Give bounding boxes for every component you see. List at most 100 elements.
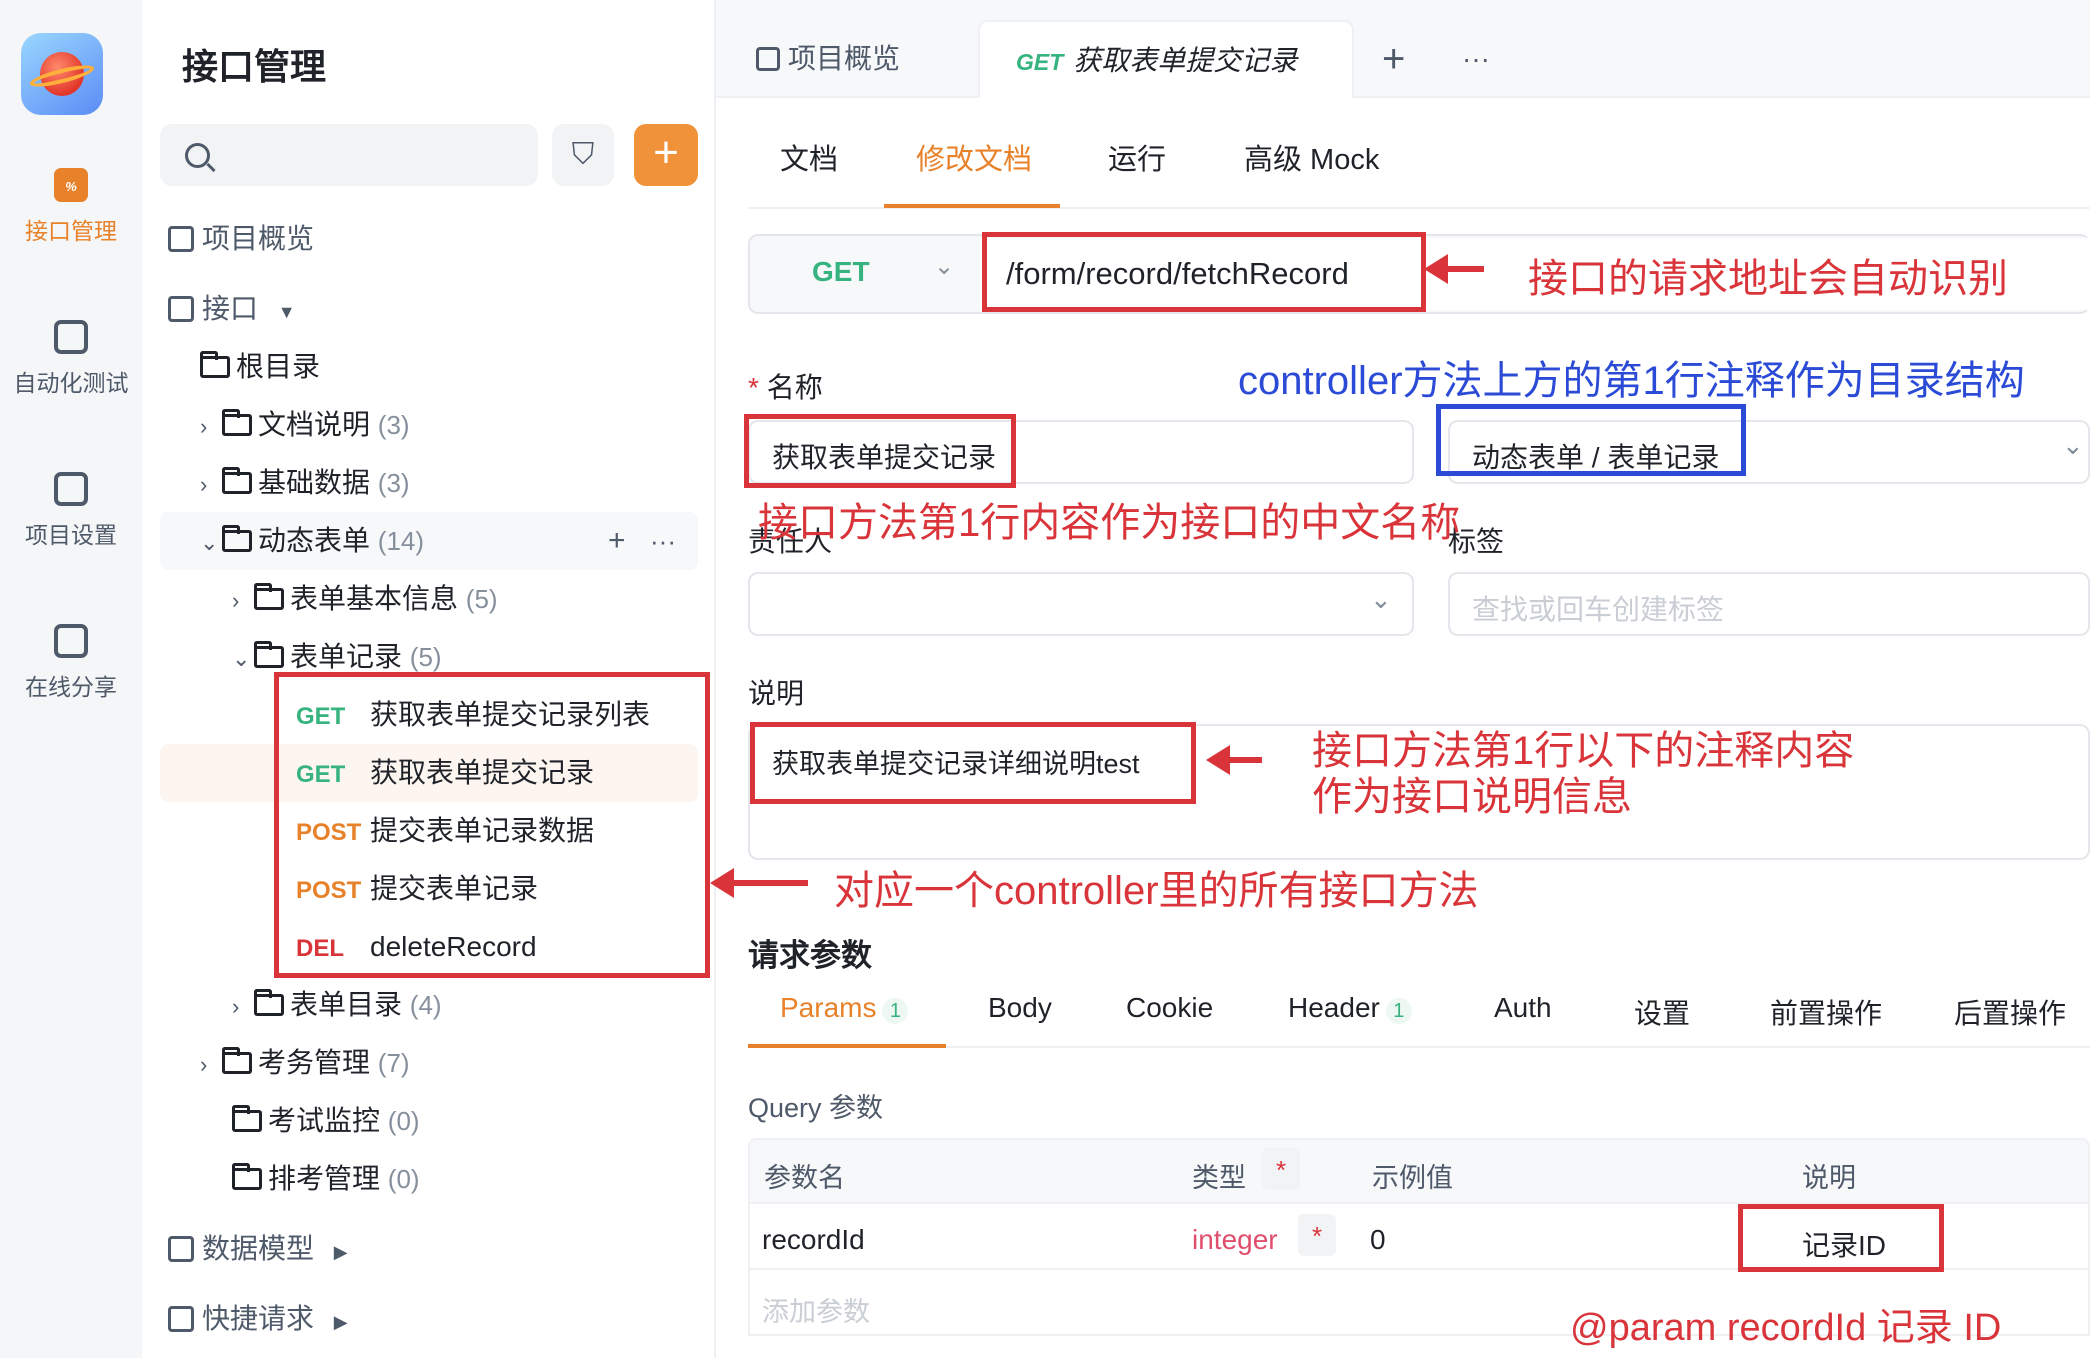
main-pane: 项目概览 GET 获取表单提交记录 + ··· 文档 修改文档 运行 高级 Moc… xyxy=(710,0,2090,1358)
folder-icon xyxy=(232,1105,262,1132)
required-toggle[interactable]: * xyxy=(1298,1214,1336,1256)
folder-icon xyxy=(254,641,284,668)
folder-icon xyxy=(254,583,284,610)
tags-placeholder: 查找或回车创建标签 xyxy=(1472,594,1725,625)
rail-item-automation[interactable]: 自动化测试 xyxy=(0,320,142,398)
plus-icon[interactable]: + xyxy=(608,512,626,570)
ptab-divider xyxy=(748,1046,2090,1048)
annotation-name: 接口方法第1行内容作为接口的中文名称 xyxy=(758,501,1461,545)
owner-select[interactable] xyxy=(748,572,1414,636)
folder-icon xyxy=(232,1163,262,1190)
tree-folder-dynamic[interactable]: ⌄ 动态表单 (14) + ··· xyxy=(160,512,698,570)
folder-icon xyxy=(222,467,252,494)
ptab-header[interactable]: Header 1 xyxy=(1288,992,1412,1024)
sidebar-title: 接口管理 xyxy=(182,46,327,87)
annotation-box-url xyxy=(982,232,1426,312)
chevron-down-icon: ⌄ xyxy=(232,646,251,671)
tab-current-endpoint[interactable]: GET 获取表单提交记录 xyxy=(978,20,1354,98)
app-logo-icon[interactable] xyxy=(21,33,103,115)
annotation-desc-2: 作为接口说明信息 xyxy=(1312,775,1632,819)
annotation-dir: controller方法上方的第1行注释作为目录结构 xyxy=(1238,359,2025,403)
caret-right-icon: ▶ xyxy=(333,1312,348,1332)
annotation-box-param xyxy=(1738,1204,1944,1272)
method-select[interactable]: GET xyxy=(812,256,870,288)
add-param-placeholder: 添加参数 xyxy=(762,1297,870,1327)
filter-button[interactable]: ⛉ xyxy=(552,124,614,186)
ptab-params[interactable]: Params 1 xyxy=(780,992,909,1024)
ptab-auth[interactable]: Auth xyxy=(1494,992,1552,1024)
rail-item-api-management[interactable]: % 接口管理 xyxy=(0,168,142,246)
ptab-pre-ops[interactable]: 前置操作 xyxy=(1770,992,1882,1032)
rail-label: 自动化测试 xyxy=(13,370,129,396)
tree-folder-exam-monitor[interactable]: 考试监控 (0) xyxy=(142,1092,698,1150)
lightning-icon xyxy=(168,1306,194,1332)
annotation-param: @param recordId 记录 ID xyxy=(1570,1307,2002,1349)
tree-project-overview[interactable]: 项目概览 xyxy=(142,210,698,268)
settings-icon xyxy=(54,472,88,506)
col-example: 示例值 xyxy=(1372,1163,1453,1193)
tab-project-overview[interactable]: 项目概览 xyxy=(756,20,976,98)
chevron-right-icon: › xyxy=(232,994,240,1019)
ptab-body[interactable]: Body xyxy=(988,992,1052,1024)
subtab-active-indicator xyxy=(884,204,1060,208)
more-icon[interactable]: ··· xyxy=(650,512,676,570)
param-name[interactable]: recordId xyxy=(762,1224,865,1256)
search-icon xyxy=(185,143,210,168)
annotation-url: 接口的请求地址会自动识别 xyxy=(1528,257,2008,301)
annotation-arrow-controller xyxy=(710,868,808,898)
request-params-title: 请求参数 xyxy=(748,938,872,973)
col-type: 类型 xyxy=(1192,1163,1246,1193)
ptab-active-indicator xyxy=(748,1044,946,1048)
chevron-right-icon: › xyxy=(200,414,208,439)
subtab-advanced-mock[interactable]: 高级 Mock xyxy=(1244,136,1379,178)
annotation-box-desc xyxy=(750,722,1196,804)
add-button[interactable]: + xyxy=(634,124,698,186)
chevron-right-icon: › xyxy=(232,588,240,613)
annotation-box-name xyxy=(744,414,1016,488)
tree-quick-requests[interactable]: 快捷请求 ▶ xyxy=(142,1290,698,1348)
annotation-arrow-url xyxy=(1424,254,1484,284)
method-badge: GET xyxy=(1016,49,1064,75)
tree-interfaces[interactable]: 接口 ▼ xyxy=(142,280,698,338)
sidebar: 接口管理 ⛉ + 项目概览 接口 ▼ 根目录 › 文档说明 (3) › 基础数据 (… xyxy=(142,0,716,1358)
share-icon xyxy=(54,624,88,658)
tree-folder-docs[interactable]: › 文档说明 (3) xyxy=(142,396,698,454)
ptab-settings[interactable]: 设置 xyxy=(1634,992,1690,1032)
param-example[interactable]: 0 xyxy=(1370,1224,1386,1256)
overview-icon xyxy=(756,47,780,71)
tree-folder-form-info[interactable]: › 表单基本信息 (5) xyxy=(142,570,698,628)
chevron-down-icon: ⌄ xyxy=(200,530,219,555)
tree-folder-root[interactable]: 根目录 xyxy=(142,338,698,396)
tree-data-models[interactable]: 数据模型 ▶ xyxy=(142,1220,698,1278)
api-icon: % xyxy=(54,168,88,202)
rail-label: 项目设置 xyxy=(25,522,117,548)
more-tabs-button[interactable]: ··· xyxy=(1462,20,1490,98)
filter-icon: ⛉ xyxy=(571,138,595,171)
subtab-docs[interactable]: 文档 xyxy=(780,136,838,178)
chevron-down-icon: ⌄ xyxy=(1370,584,1392,614)
required-toggle[interactable]: * xyxy=(1262,1148,1300,1190)
search-input[interactable] xyxy=(160,124,538,186)
subtab-edit-docs[interactable]: 修改文档 xyxy=(916,136,1032,178)
api-icon xyxy=(168,296,194,322)
folder-icon xyxy=(200,351,230,378)
param-type[interactable]: integer xyxy=(1192,1224,1278,1256)
annotation-arrow-desc xyxy=(1206,745,1262,775)
tree-folder-schedule[interactable]: 排考管理 (0) xyxy=(142,1150,698,1208)
annotation-controller: 对应一个controller里的所有接口方法 xyxy=(834,869,1479,913)
annotation-box-controller xyxy=(274,672,710,978)
tree-folder-basic[interactable]: › 基础数据 (3) xyxy=(142,454,698,512)
chevron-down-icon: ⌄ xyxy=(2062,430,2084,460)
ptab-post-ops[interactable]: 后置操作 xyxy=(1954,992,2066,1032)
rail-item-settings[interactable]: 项目设置 xyxy=(0,472,142,550)
tree-folder-exam-mgmt[interactable]: › 考务管理 (7) xyxy=(142,1034,698,1092)
count-badge: 1 xyxy=(1385,998,1412,1024)
col-desc: 说明 xyxy=(1802,1163,1856,1193)
ptab-cookie[interactable]: Cookie xyxy=(1126,992,1213,1024)
new-tab-button[interactable]: + xyxy=(1382,20,1405,98)
cube-icon xyxy=(168,1236,194,1262)
tree-folder-form-dir[interactable]: › 表单目录 (4) xyxy=(142,976,698,1034)
rail-item-share[interactable]: 在线分享 xyxy=(0,624,142,702)
subtab-run[interactable]: 运行 xyxy=(1108,136,1166,178)
folder-icon xyxy=(254,989,284,1016)
